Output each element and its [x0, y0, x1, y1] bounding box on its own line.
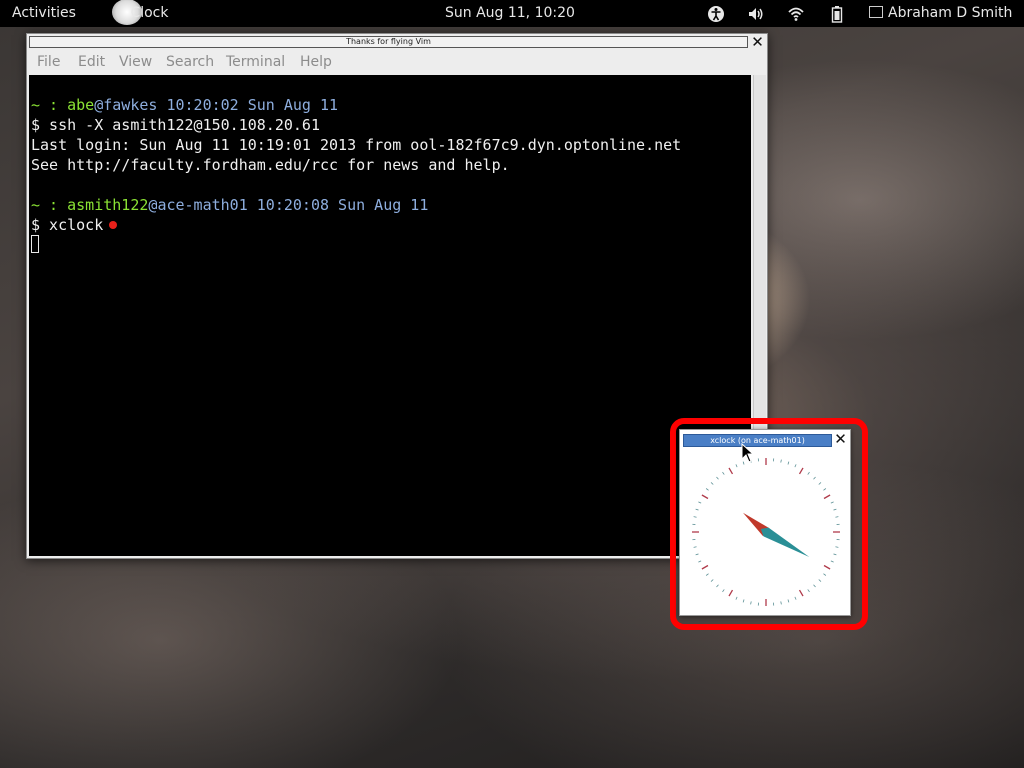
output-line-1: Last login: Sun Aug 11 10:19:01 2013 fro…	[31, 136, 682, 154]
minute-hand	[760, 527, 810, 557]
minute-tick	[794, 596, 797, 600]
minute-tick	[735, 464, 738, 468]
close-icon[interactable]: ✕	[750, 35, 765, 50]
minute-tick	[787, 461, 790, 465]
user-menu[interactable]: Abraham D Smith	[869, 0, 1012, 27]
minute-tick	[835, 546, 839, 548]
minute-tick	[695, 508, 699, 511]
mouse-pointer-icon	[741, 443, 755, 463]
user-name: Abraham D Smith	[888, 5, 1013, 21]
chat-icon	[869, 6, 883, 18]
prompt-host: fawkes	[103, 96, 158, 114]
analog-clock-face	[692, 458, 840, 606]
minute-tick	[722, 589, 725, 593]
volume-icon[interactable]	[747, 5, 765, 23]
minute-tick	[722, 471, 725, 475]
prompt-prefix: ~ :	[31, 196, 68, 214]
minute-tick	[807, 471, 810, 475]
xclock-title[interactable]: xclock (on ace-math01)	[683, 434, 832, 447]
terminal-title[interactable]: Thanks for flying Vim	[29, 36, 748, 48]
minute-tick	[818, 482, 822, 485]
minute-tick	[716, 584, 719, 588]
menu-terminal[interactable]: Terminal	[226, 54, 285, 70]
minute-tick	[833, 508, 837, 511]
minute-tick	[693, 546, 697, 548]
wifi-icon[interactable]	[787, 5, 805, 23]
prompt-time: 10:20:02 Sun Aug 11	[157, 96, 339, 114]
minute-tick	[830, 501, 834, 504]
menu-file[interactable]: File	[37, 54, 60, 70]
output-line-2: See http://faculty.fordham.edu/rcc for n…	[31, 156, 510, 174]
close-icon[interactable]: ✕	[833, 432, 848, 447]
minute-tick	[735, 596, 738, 600]
hour-tick	[798, 467, 804, 475]
text-cursor	[31, 235, 39, 253]
activities-button[interactable]: Activities	[12, 0, 76, 27]
terminal-output[interactable]: ~ : abe@fawkes 10:20:02 Sun Aug 11 $ ssh…	[29, 75, 751, 556]
minute-tick	[705, 488, 709, 491]
minute-tick	[780, 601, 782, 605]
minute-tick	[698, 501, 702, 504]
minute-tick	[813, 584, 816, 588]
menu-view[interactable]: View	[119, 54, 152, 70]
hour-tick	[701, 564, 709, 570]
minute-tick	[813, 476, 816, 480]
menu-help[interactable]: Help	[300, 54, 332, 70]
battery-icon[interactable]	[828, 5, 846, 23]
prompt-user: abe	[67, 96, 95, 114]
app-menu[interactable]: Clock	[112, 0, 169, 27]
minute-tick	[794, 464, 797, 468]
prompt-user: asmith122	[67, 196, 149, 214]
hour-tick	[701, 494, 709, 500]
prompt-host: ace-math01	[157, 196, 248, 214]
minute-tick	[833, 553, 837, 556]
panel-clock[interactable]: Sun Aug 11, 10:20	[445, 0, 575, 27]
command-text: $ xclock	[31, 216, 104, 234]
record-dot-icon	[109, 220, 118, 229]
top-panel: Activities Clock Sun Aug 11, 10:20 Abrah…	[0, 0, 1024, 27]
hour-tick	[728, 589, 734, 597]
prompt-line-2: ~ : asmith122@ace-math01 10:20:08 Sun Au…	[31, 195, 428, 215]
terminal-window[interactable]: Thanks for flying Vim ✕ File Edit View S…	[26, 33, 768, 559]
minute-tick	[787, 599, 790, 603]
prompt-at: @	[94, 96, 104, 114]
xclock-window[interactable]: xclock (on ace-math01) ✕	[679, 429, 851, 616]
terminal-menubar: File Edit View Search Terminal Help	[27, 50, 767, 74]
minute-tick	[823, 573, 827, 576]
minute-tick	[750, 601, 752, 605]
minute-tick	[710, 482, 714, 485]
hour-tick	[798, 589, 804, 597]
minute-tick	[835, 516, 839, 518]
minute-tick	[710, 579, 714, 582]
prompt-time: 10:20:08 Sun Aug 11	[247, 196, 429, 214]
hour-tick	[728, 467, 734, 475]
minute-tick	[818, 579, 822, 582]
minute-tick	[698, 560, 702, 563]
minute-tick	[830, 560, 834, 563]
minute-tick	[693, 516, 697, 518]
prompt-prefix: ~ :	[31, 96, 68, 114]
prompt-line-1: ~ : abe@fawkes 10:20:02 Sun Aug 11	[31, 95, 338, 115]
menu-edit[interactable]: Edit	[78, 54, 105, 70]
minute-tick	[780, 459, 782, 463]
hour-tick	[823, 564, 831, 570]
command-line-1: $ ssh -X asmith122@150.108.20.61	[31, 116, 320, 134]
minute-tick	[695, 553, 699, 556]
minute-tick	[716, 476, 719, 480]
app-menu-label: Clock	[130, 5, 169, 21]
minute-tick	[807, 589, 810, 593]
minute-tick	[705, 573, 709, 576]
minute-tick	[823, 488, 827, 491]
minute-tick	[742, 599, 745, 603]
accessibility-icon[interactable]	[707, 5, 725, 23]
hour-tick	[823, 494, 831, 500]
menu-search[interactable]: Search	[166, 54, 214, 70]
command-line-2: $ xclock	[31, 215, 118, 235]
